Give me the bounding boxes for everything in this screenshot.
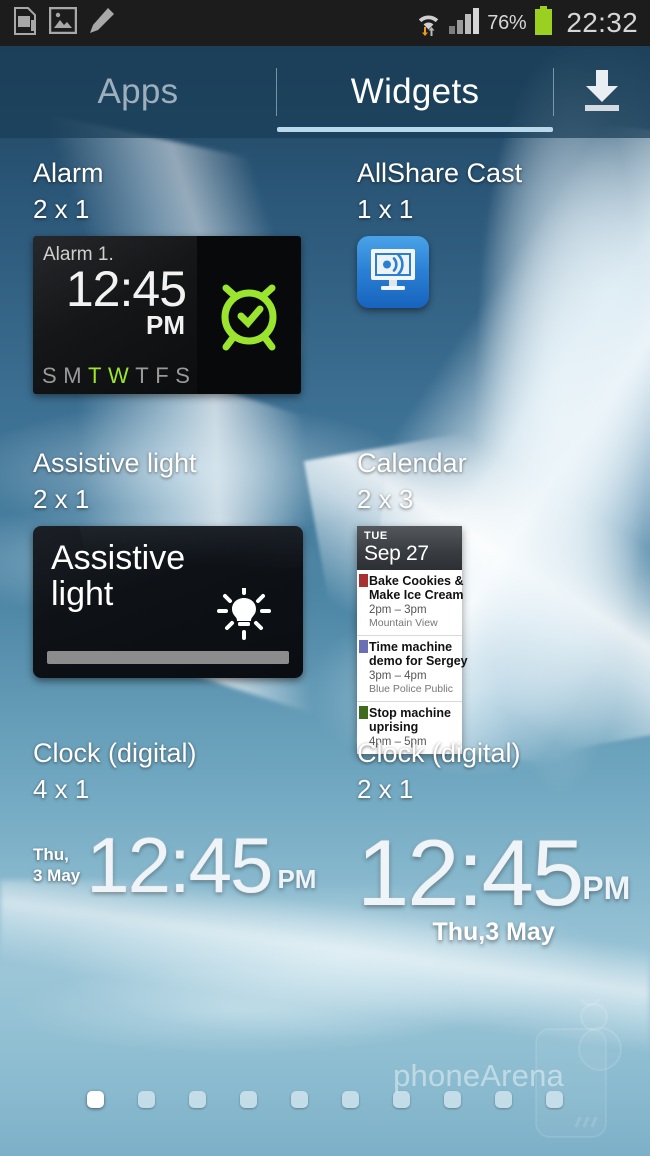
widget-size-label: 2 x 1 xyxy=(33,484,90,514)
widget-preview-alarm[interactable]: Alarm 1. 12:45 PM S M T W T F S xyxy=(33,236,301,394)
page-dot-active[interactable] xyxy=(87,1091,104,1108)
page-dot[interactable] xyxy=(495,1091,512,1108)
widget-size-label: 2 x 3 xyxy=(357,484,414,514)
widgets-screen: 76% 22:32 Apps Widgets Alarm 2 x 1 Alarm… xyxy=(0,0,650,1156)
calendar-event-list: Bake Cookies & Make Ice Cream 2pm – 3pm … xyxy=(357,570,468,754)
calendar-event[interactable]: Time machine demo for Sergey 3pm – 4pm B… xyxy=(357,636,468,702)
event-time: 2pm – 3pm xyxy=(369,604,427,616)
assistive-light-slider[interactable] xyxy=(47,651,289,664)
widget-preview-clock-2x1[interactable]: 12:45 PM Thu,3 May xyxy=(357,820,631,947)
widget-item-clock-digital-4x1[interactable]: Clock (digital) 4 x 1 Thu, 3 May 12:45 P… xyxy=(33,738,317,909)
battery-percent-label: 76% xyxy=(487,11,527,34)
event-title-line1: Bake Cookies & xyxy=(369,574,464,588)
page-dot[interactable] xyxy=(189,1091,206,1108)
event-title-line2: demo for Sergey xyxy=(369,654,468,668)
calendar-event[interactable]: Bake Cookies & Make Ice Cream 2pm – 3pm … xyxy=(357,570,464,636)
status-bar-right-icons: 76% 22:32 xyxy=(415,5,638,41)
cellular-signal-icon xyxy=(449,7,480,39)
alarm-day-row: S M T W T F S xyxy=(42,363,190,389)
widget-name-label: Clock (digital) xyxy=(357,738,521,768)
assistive-light-title-line1: Assistive xyxy=(51,539,186,577)
status-bar[interactable]: 76% 22:32 xyxy=(0,0,650,46)
calendar-day-of-week: TUE xyxy=(364,530,388,542)
widget-item-calendar[interactable]: Calendar 2 x 3 TUE Sep 27 Bake Cookies &… xyxy=(357,448,468,754)
event-title-line1: Time machine xyxy=(369,640,453,654)
gallery-image-icon xyxy=(48,6,78,39)
alarm-time: 12:45 xyxy=(65,261,187,317)
event-time: 3pm – 4pm xyxy=(369,670,427,682)
widget-name-label: AllShare Cast xyxy=(357,158,523,188)
widget-preview-assistive-light[interactable]: Assistive light xyxy=(33,526,303,678)
alarm-day: F xyxy=(155,363,169,388)
clock2-ampm: PM xyxy=(582,870,631,906)
clock4-date-line2: 3 May xyxy=(33,866,81,885)
status-bar-clock: 22:32 xyxy=(566,7,638,38)
widget-size-label: 4 x 1 xyxy=(33,774,90,804)
status-bar-left-icons xyxy=(12,6,115,40)
alarm-day: T xyxy=(135,363,149,388)
download-button[interactable] xyxy=(554,46,650,138)
page-dot[interactable] xyxy=(291,1091,308,1108)
sd-card-icon xyxy=(12,6,38,40)
page-dot[interactable] xyxy=(444,1091,461,1108)
event-title-line2: uprising xyxy=(369,720,419,734)
alarm-day: T xyxy=(88,363,102,388)
allshare-cast-icon xyxy=(367,246,419,299)
page-dot[interactable] xyxy=(393,1091,410,1108)
clock4-time: 12:45 xyxy=(86,821,273,909)
battery-full-icon xyxy=(533,5,554,41)
alarm-day: M xyxy=(63,363,82,388)
widget-size-label: 2 x 1 xyxy=(33,194,90,224)
clock2-time: 12:45 xyxy=(357,820,584,925)
alarm-clock-icon xyxy=(207,271,291,360)
wifi-transfer-icon xyxy=(415,6,442,41)
widget-item-assistive-light[interactable]: Assistive light 2 x 1 Assistive light xyxy=(33,448,303,678)
widget-preview-clock-4x1[interactable]: Thu, 3 May 12:45 PM xyxy=(33,821,317,909)
widget-item-alarm[interactable]: Alarm 2 x 1 Alarm 1. 12:45 PM S M T W T xyxy=(33,158,301,394)
clock4-date-line1: Thu, xyxy=(33,845,69,864)
calendar-header: TUE Sep 27 xyxy=(357,526,462,570)
tab-apps[interactable]: Apps xyxy=(0,46,276,138)
page-dot[interactable] xyxy=(138,1091,155,1108)
event-title-line2: Make Ice Cream xyxy=(369,588,464,602)
clock4-ampm: PM xyxy=(277,864,317,894)
page-dot[interactable] xyxy=(546,1091,563,1108)
page-indicator xyxy=(0,1091,650,1108)
alarm-preview-left: Alarm 1. 12:45 PM S M T W T F S xyxy=(33,236,197,394)
widget-name-label: Clock (digital) xyxy=(33,738,197,768)
alarm-day: W xyxy=(108,363,129,388)
alarm-preview-right xyxy=(197,236,301,394)
widget-size-label: 2 x 1 xyxy=(357,774,414,804)
calendar-date: Sep 27 xyxy=(364,542,429,565)
widget-item-allshare-cast[interactable]: AllShare Cast 1 x 1 xyxy=(357,158,522,308)
widget-name-label: Assistive light xyxy=(33,448,197,478)
alarm-day: S xyxy=(175,363,190,388)
alarm-day: S xyxy=(42,363,57,388)
event-color-chip xyxy=(359,574,368,587)
event-color-chip xyxy=(359,640,368,653)
widget-item-clock-digital-2x1[interactable]: Clock (digital) 2 x 1 12:45 PM Thu,3 May xyxy=(357,738,630,946)
download-icon xyxy=(576,64,628,121)
page-dot[interactable] xyxy=(342,1091,359,1108)
tab-bar: Apps Widgets xyxy=(0,46,650,138)
widget-grid: Alarm 2 x 1 Alarm 1. 12:45 PM S M T W T xyxy=(0,138,650,1058)
widget-name-label: Alarm xyxy=(33,158,104,188)
light-bulb-icon xyxy=(215,586,273,649)
clock4-date-block: Thu, 3 May xyxy=(33,844,80,902)
widget-name-label: Calendar xyxy=(357,448,467,478)
watermark-text: phoneArena xyxy=(393,1058,564,1093)
event-location: Mountain View xyxy=(369,617,438,629)
widget-preview-calendar[interactable]: TUE Sep 27 Bake Cookies & Make Ice Cream… xyxy=(357,526,468,754)
event-title-line1: Stop machine xyxy=(369,706,451,720)
pencil-edit-icon xyxy=(88,7,115,39)
widget-size-label: 1 x 1 xyxy=(357,194,414,224)
tab-widgets[interactable]: Widgets xyxy=(277,46,553,138)
widget-preview-allshare[interactable] xyxy=(357,236,522,308)
event-location: Blue Police Public xyxy=(369,683,454,695)
event-color-chip xyxy=(359,706,368,719)
page-dot[interactable] xyxy=(240,1091,257,1108)
